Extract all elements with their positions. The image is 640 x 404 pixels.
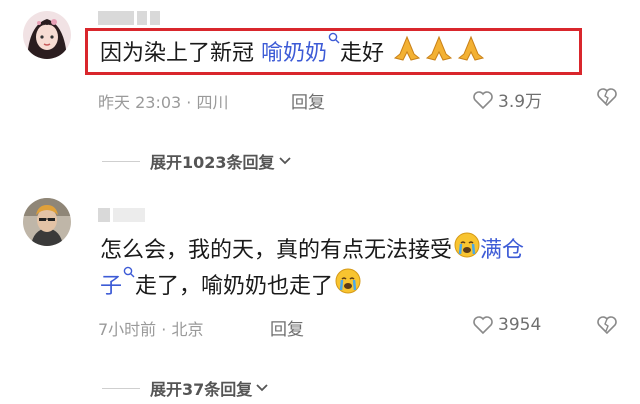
crying-face-emoji — [335, 268, 361, 306]
hashtag-link-label: 喻奶奶 — [261, 41, 328, 66]
dislike-button[interactable] — [596, 315, 618, 339]
hashtag-link[interactable]: 喻奶奶 — [261, 32, 340, 66]
broken-heart-icon — [597, 316, 617, 335]
like-button[interactable]: 3954 — [472, 315, 541, 335]
praying-hands-emoji — [393, 34, 485, 74]
comment-text-part: 走了，喻奶奶也走了 — [135, 274, 334, 299]
like-button[interactable]: 3.9万 — [472, 87, 542, 112]
reply-button[interactable]: 回复 — [291, 88, 325, 113]
hashtag-link[interactable]: 子 — [100, 266, 135, 299]
search-icon — [123, 266, 135, 278]
comment-text-part: 怎么会，我的天，真的有点无法接受 — [100, 238, 453, 263]
reply-button[interactable]: 回复 — [270, 315, 304, 340]
crying-face-emoji — [454, 232, 480, 270]
username-redacted[interactable] — [98, 10, 163, 26]
comment-text: 因为染上了新冠 喻奶奶 走好 — [100, 32, 485, 74]
comment-text-part: 走好 — [340, 41, 385, 66]
like-count: 3.9万 — [498, 92, 543, 112]
search-icon — [328, 32, 340, 44]
like-count: 3954 — [498, 315, 542, 335]
divider-line — [102, 387, 140, 389]
comment-meta: 7小时前 · 北京 — [98, 320, 204, 339]
expand-replies-button[interactable]: 展开1023条回复 — [102, 149, 292, 173]
expand-replies-button[interactable]: 展开37条回复 — [102, 376, 269, 400]
chevron-down-icon — [256, 384, 268, 392]
dislike-button[interactable] — [596, 87, 618, 111]
expand-replies-label: 展开37条回复 — [150, 380, 253, 399]
comment-text: 怎么会，我的天，真的有点无法接受 满仓 — [100, 232, 524, 270]
comment-text: 子走了，喻奶奶也走了 — [100, 266, 361, 306]
heart-outline-icon — [473, 316, 493, 335]
comment-meta: 昨天 23:03 · 四川 — [98, 93, 229, 112]
avatar[interactable] — [23, 11, 71, 59]
expand-replies-label: 展开1023条回复 — [150, 153, 275, 172]
hashtag-link[interactable]: 满仓 — [480, 238, 524, 263]
comment-text-part: 因为染上了新冠 — [100, 41, 255, 66]
hashtag-link-label: 子 — [100, 274, 123, 299]
divider-line — [102, 160, 140, 162]
broken-heart-icon — [597, 88, 617, 107]
heart-outline-icon — [473, 90, 493, 109]
chevron-down-icon — [278, 157, 291, 165]
avatar[interactable] — [23, 198, 71, 246]
username-redacted[interactable] — [98, 207, 148, 223]
